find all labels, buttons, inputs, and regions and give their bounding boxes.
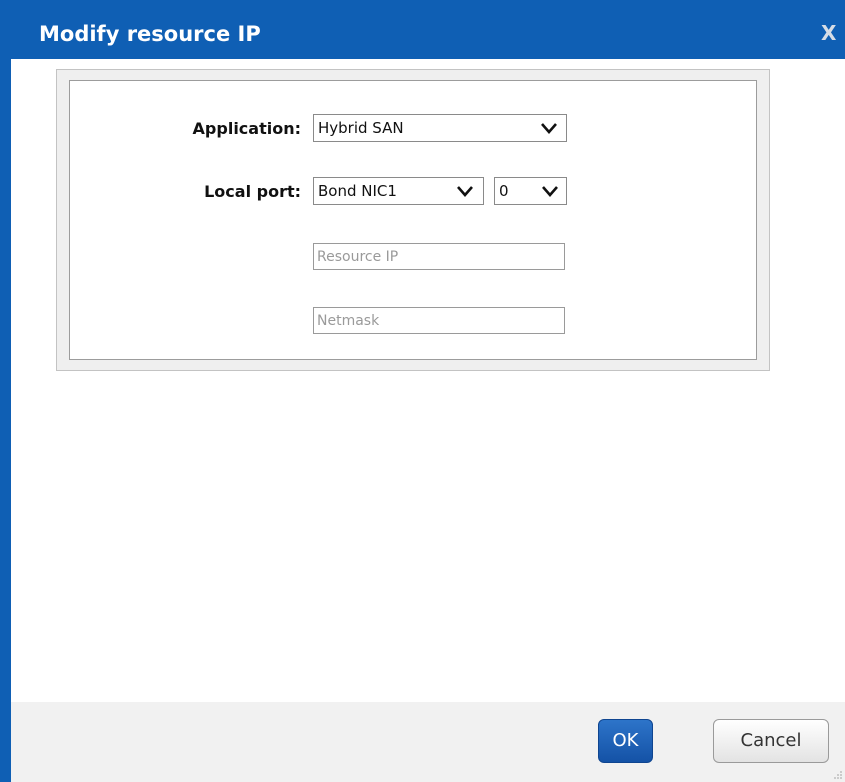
form-panel: Application: Hybrid SAN Local port: Bond… (69, 80, 757, 360)
dialog-titlebar[interactable]: Modify resource IP X (0, 0, 845, 59)
local-port-interface-select[interactable]: Bond NIC1 (313, 177, 484, 205)
modify-resource-ip-dialog: Modify resource IP X Application: Hybrid… (0, 0, 845, 782)
ok-button[interactable]: OK (598, 719, 653, 763)
local-port-index-select[interactable]: 0 (494, 177, 567, 205)
form-fieldset: Application: Hybrid SAN Local port: Bond… (56, 69, 770, 371)
resize-grip-icon[interactable] (833, 770, 843, 780)
local-port-label: Local port: (204, 182, 301, 201)
application-select-value: Hybrid SAN (318, 119, 404, 137)
resource-ip-input[interactable] (313, 243, 565, 270)
chevron-down-icon (542, 186, 558, 197)
local-port-interface-value: Bond NIC1 (318, 182, 397, 200)
application-select[interactable]: Hybrid SAN (313, 114, 567, 142)
chevron-down-icon (541, 123, 557, 134)
dialog-footer: OK Cancel (11, 702, 845, 782)
local-port-index-value: 0 (499, 182, 509, 200)
cancel-button[interactable]: Cancel (713, 719, 829, 763)
chevron-down-icon (457, 186, 473, 197)
dialog-title: Modify resource IP (39, 22, 261, 46)
netmask-input[interactable] (313, 307, 565, 334)
application-label: Application: (192, 119, 301, 138)
close-icon[interactable]: X (821, 20, 845, 46)
dialog-left-border (0, 0, 11, 782)
